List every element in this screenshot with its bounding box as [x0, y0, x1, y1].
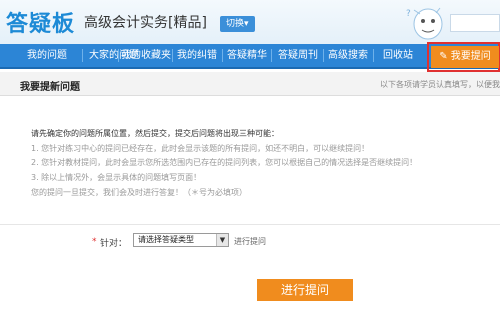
select-suffix-text: 进行提问 — [234, 237, 266, 246]
site-logo[interactable]: 答疑板 — [6, 6, 75, 38]
search-input[interactable] — [450, 14, 500, 32]
mascot-icon: ? — [406, 7, 443, 40]
section-header: 我要提新问题 以下各项请学员认真填写，以便我们 — [0, 72, 500, 96]
nav-item-advanced-search[interactable]: 高级搜索 — [324, 44, 372, 67]
switch-course-button[interactable]: 切换▾ — [220, 16, 255, 32]
nav-item-favorites[interactable]: 我的收藏夹 — [118, 44, 174, 67]
intro-line: 1. 您针对练习中心的提问已经存在，此时会显示该题的所有提问，如还不明白，可以继… — [31, 144, 370, 153]
nav-item-corrections[interactable]: 我的纠错 — [173, 44, 221, 67]
intro-line: 3. 除以上情况外，会显示具体的问题填写页面！ — [31, 173, 202, 182]
intro-line: 2. 您针对教材提问，此时会显示您所选范围内已存在的提问列表，您可以根据自己的情… — [31, 158, 418, 167]
nav-item-highlights[interactable]: 答疑精华 — [223, 44, 271, 67]
pencil-icon: ✎ — [439, 51, 451, 62]
intro-line: 请先确定你的问题所属位置，然后提交，提交后问题将出现三种可能： — [31, 129, 279, 138]
form-divider — [0, 224, 500, 225]
required-mark: * — [92, 237, 97, 247]
ask-question-tab-label: 我要提问 — [450, 51, 491, 62]
main-nav: 我的问题 大家的问题 我的收藏夹 我的纠错 答疑精华 答疑周刊 高级搜索 回收站 — [0, 44, 500, 69]
ask-question-tab[interactable]: ✎ 我要提问 — [431, 46, 499, 68]
nav-divider — [271, 49, 272, 62]
question-type-label: 针对： — [100, 239, 128, 249]
course-title: 高级会计实务[精品] — [84, 15, 207, 31]
nav-active-highlight: ✎ 我要提问 — [427, 42, 500, 72]
submit-question-button[interactable]: 进行提问 — [257, 279, 353, 301]
site-header: 答疑板 高级会计实务[精品] 切换▾ ? — [0, 0, 500, 44]
nav-item-weekly[interactable]: 答疑周刊 — [273, 44, 323, 67]
nav-item-recycle-bin[interactable]: 回收站 — [374, 44, 422, 67]
nav-item-my-questions[interactable]: 我的问题 — [18, 44, 76, 67]
intro-line: 您的提问一旦提交，我们会及时进行答复！（＊号为必填项） — [31, 188, 247, 197]
question-type-select[interactable]: 请选择答疑类型 ▼ — [133, 233, 229, 247]
question-type-value: 请选择答疑类型 — [138, 235, 194, 244]
form-instruction-note: 以下各项请学员认真填写，以便我们 — [380, 80, 500, 89]
svg-text:?: ? — [406, 9, 411, 19]
chevron-down-icon[interactable]: ▼ — [216, 234, 228, 246]
page-title: 我要提新问题 — [20, 82, 80, 93]
